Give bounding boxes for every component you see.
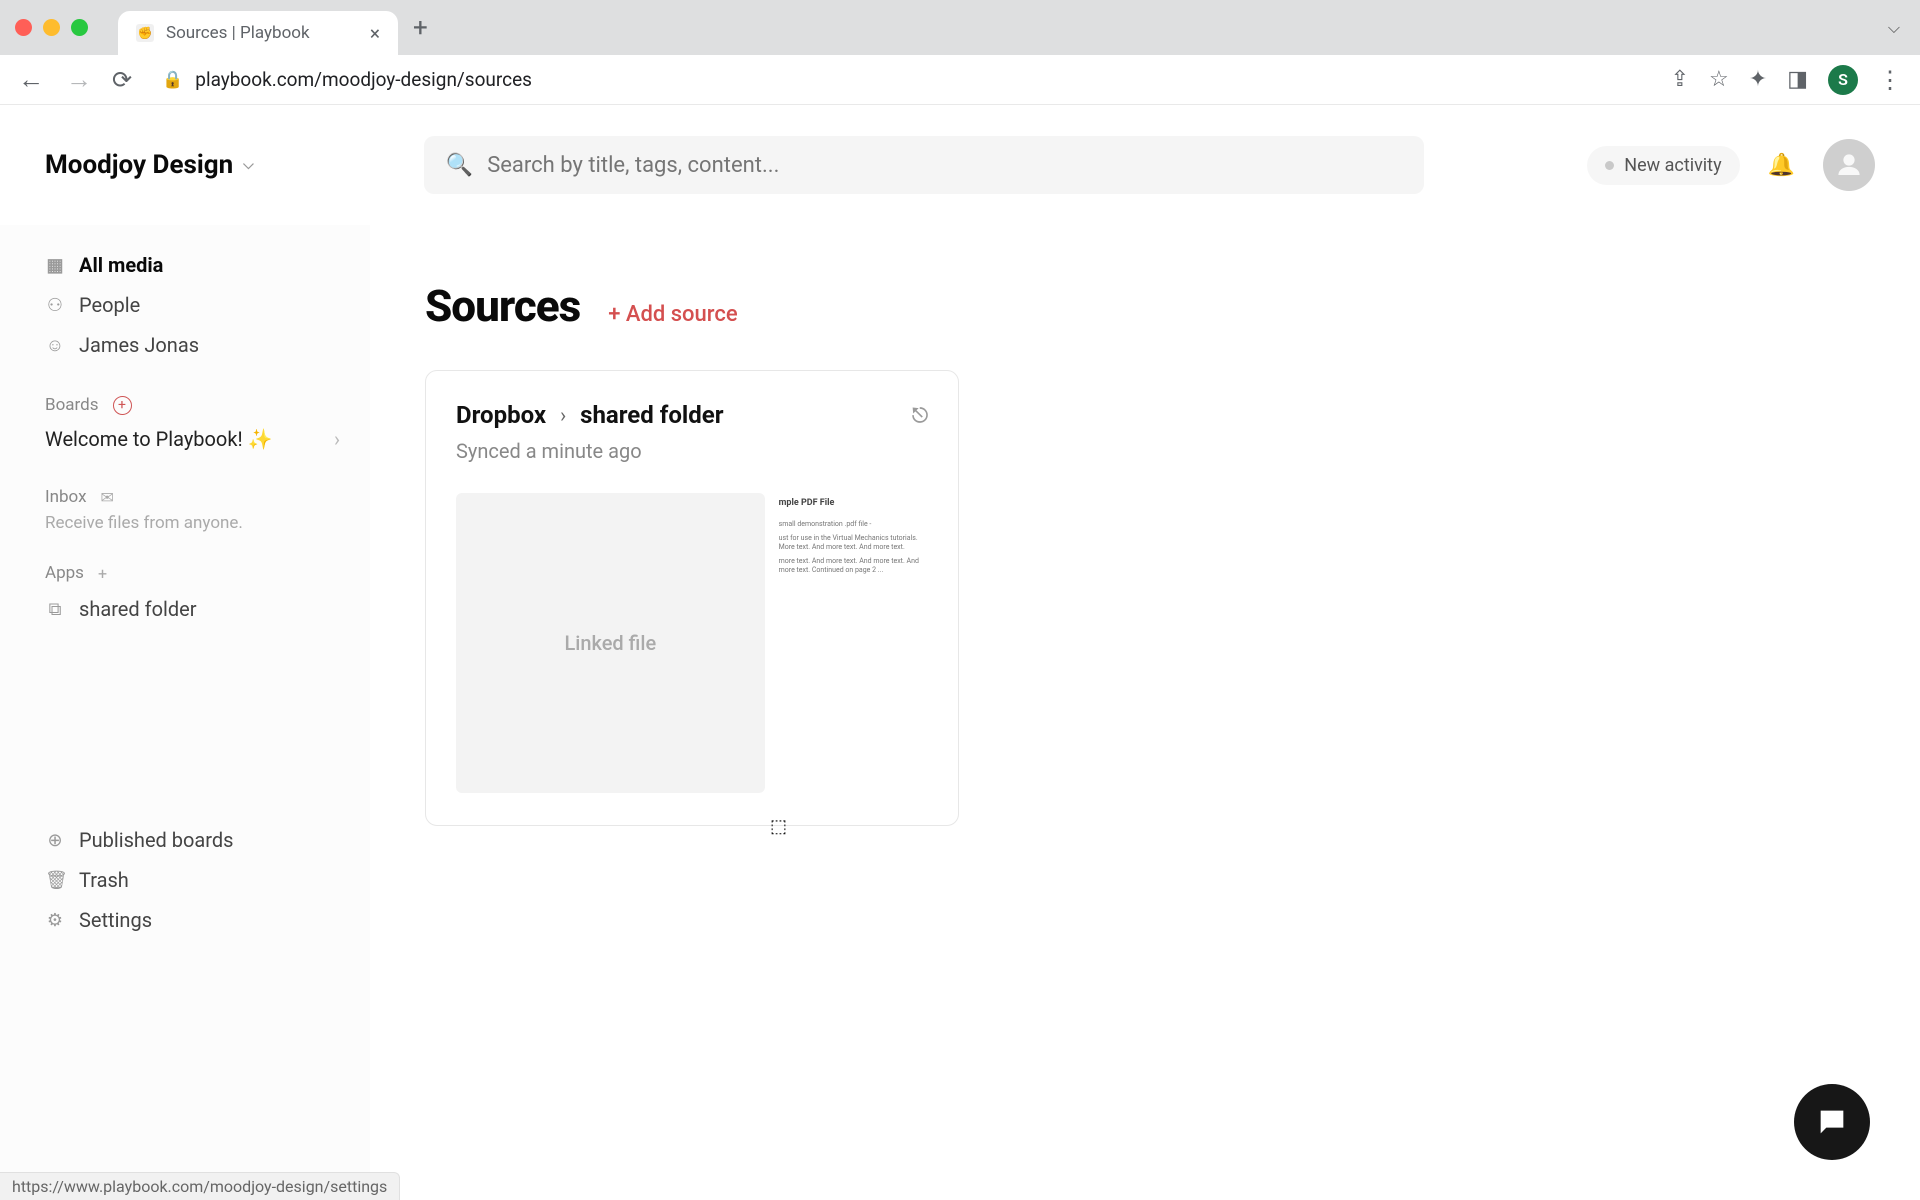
sidebar-item-label: Published boards xyxy=(79,828,234,852)
inbox-subtext: Receive files from anyone. xyxy=(45,513,340,533)
chat-icon xyxy=(1815,1105,1849,1139)
chrome-profile-avatar[interactable]: S xyxy=(1828,65,1858,95)
sidebar-item-label: All media xyxy=(79,253,163,277)
notifications-bell-icon[interactable]: 🔔 xyxy=(1768,153,1795,178)
tabs-overflow-icon[interactable]: ⌵ xyxy=(1888,18,1900,38)
apps-section-label: Apps xyxy=(45,563,84,583)
chevron-down-icon: ⌵ xyxy=(243,157,254,173)
window-minimize-traffic-light[interactable] xyxy=(43,19,60,36)
add-board-button[interactable]: + xyxy=(113,396,132,415)
sidebar-app-shared-folder[interactable]: ⧉ shared folder xyxy=(45,589,340,629)
chat-fab[interactable] xyxy=(1794,1084,1870,1160)
sidebar-item-label: Trash xyxy=(79,868,129,892)
add-app-button[interactable]: + xyxy=(98,564,107,583)
window-close-traffic-light[interactable] xyxy=(15,19,32,36)
unlink-icon[interactable]: ⎋ xyxy=(912,403,928,427)
dropbox-icon: ⧉ xyxy=(45,599,65,620)
grid-icon: ▦ xyxy=(45,255,65,276)
url-text: playbook.com/moodjoy-design/sources xyxy=(195,68,532,91)
main-content: Sources + Add source Dropbox › shared fo… xyxy=(370,105,1920,1200)
search-input[interactable] xyxy=(487,153,1402,178)
chrome-menu-icon[interactable]: ⋮ xyxy=(1878,66,1902,94)
sidebar-item-label: People xyxy=(79,293,140,317)
pdf-preview-thumbnail[interactable]: mple PDF File small demonstration .pdf f… xyxy=(771,493,928,793)
window-zoom-traffic-light[interactable] xyxy=(71,19,88,36)
search-bar[interactable]: 🔍 xyxy=(424,136,1424,194)
add-source-button[interactable]: + Add source xyxy=(608,302,737,327)
source-folder: shared folder xyxy=(580,401,723,429)
forward-button[interactable]: → xyxy=(66,64,92,95)
linked-file-label: Linked file xyxy=(564,631,656,655)
inbox-section-label: Inbox xyxy=(45,487,87,507)
board-label: Welcome to Playbook! ✨ xyxy=(45,427,272,451)
back-button[interactable]: ← xyxy=(18,64,44,95)
sidebar-item-trash[interactable]: 🗑 Trash xyxy=(45,860,340,900)
tab-title: Sources | Playbook xyxy=(166,23,358,43)
face-icon: ☺ xyxy=(45,335,65,356)
source-card[interactable]: Dropbox › shared folder ⎋ Synced a minut… xyxy=(425,370,959,826)
workspace-name: Moodjoy Design xyxy=(45,150,233,180)
sidebar-item-label: James Jonas xyxy=(79,333,199,357)
page-title: Sources xyxy=(425,280,580,332)
pdf-preview-title: mple PDF File xyxy=(779,498,920,508)
lock-icon: 🔒 xyxy=(162,70,183,90)
extensions-icon[interactable]: ✦ xyxy=(1749,67,1767,92)
new-tab-button[interactable]: + xyxy=(413,13,428,43)
sidebar-board-welcome[interactable]: Welcome to Playbook! ✨ › xyxy=(45,421,340,457)
favicon-icon: ✊ xyxy=(136,24,154,42)
sidebar-item-published-boards[interactable]: ⊕ Published boards xyxy=(45,820,340,860)
trash-icon: 🗑 xyxy=(45,870,65,891)
sidebar-item-all-media[interactable]: ▦ All media xyxy=(45,245,340,285)
app-label: shared folder xyxy=(79,597,197,621)
reload-button[interactable]: ⟳ xyxy=(112,66,132,94)
sync-status: Synced a minute ago xyxy=(456,439,928,463)
source-origin: Dropbox xyxy=(456,401,546,429)
sidebar-item-settings[interactable]: ⚙ Settings xyxy=(45,900,340,940)
new-activity-button[interactable]: New activity xyxy=(1587,146,1739,185)
user-avatar[interactable] xyxy=(1823,139,1875,191)
search-icon: 🔍 xyxy=(446,153,473,178)
browser-tab[interactable]: ✊ Sources | Playbook × xyxy=(118,11,398,55)
status-bar-link: https://www.playbook.com/moodjoy-design/… xyxy=(0,1172,400,1200)
inbox-icon[interactable]: ✉ xyxy=(101,488,114,507)
sidebar-item-people[interactable]: ⚇ People xyxy=(45,285,340,325)
share-icon[interactable]: ⇪ xyxy=(1671,67,1689,92)
boards-section-label: Boards xyxy=(45,395,99,415)
breadcrumb-separator: › xyxy=(560,403,566,427)
activity-dot-icon xyxy=(1605,161,1614,170)
linked-file-thumbnail[interactable]: Linked file xyxy=(456,493,765,793)
new-activity-label: New activity xyxy=(1624,155,1721,176)
side-panel-icon[interactable]: ◨ xyxy=(1787,67,1808,92)
bookmark-star-icon[interactable]: ☆ xyxy=(1709,67,1729,92)
tab-close-icon[interactable]: × xyxy=(370,22,380,45)
person-icon: ⚇ xyxy=(45,295,65,316)
chevron-right-icon: › xyxy=(334,427,340,451)
sidebar-item-label: Settings xyxy=(79,908,152,932)
gear-icon: ⚙ xyxy=(45,910,65,931)
globe-icon: ⊕ xyxy=(45,830,65,851)
sidebar: ▦ All media ⚇ People ☺ James Jonas Board… xyxy=(0,105,370,1200)
sidebar-item-james-jonas[interactable]: ☺ James Jonas xyxy=(45,325,340,365)
address-bar[interactable]: 🔒 playbook.com/moodjoy-design/sources xyxy=(152,68,1650,91)
workspace-switcher[interactable]: Moodjoy Design ⌵ xyxy=(45,150,254,180)
